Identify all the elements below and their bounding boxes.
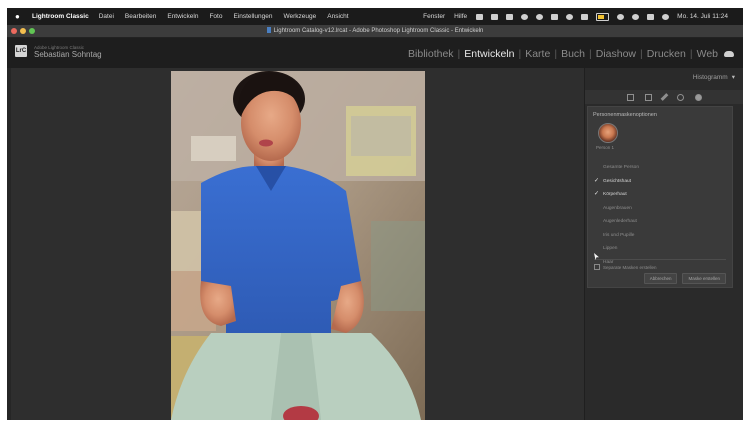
option-label: Augenbrauen: [603, 205, 632, 211]
module-separator: |: [457, 48, 461, 60]
menu-datetime[interactable]: Mo. 14. Juli 11:24: [677, 13, 728, 20]
option-label: Gesichtshaut: [603, 178, 631, 184]
module-karte[interactable]: Karte: [525, 48, 550, 60]
option-iris-pupille[interactable]: Iris und Pupille: [594, 229, 724, 243]
cloud-icon[interactable]: [724, 51, 734, 57]
catalog-file-icon: [266, 27, 271, 33]
menu-hilfe[interactable]: Hilfe: [454, 13, 467, 20]
control-center-icon[interactable]: [647, 13, 655, 20]
module-diashow[interactable]: Diashow: [596, 48, 636, 60]
menu-bearbeiten[interactable]: Bearbeiten: [125, 13, 156, 20]
option-augenbrauen[interactable]: Augenbrauen: [594, 202, 724, 216]
menu-datei[interactable]: Datei: [99, 13, 114, 20]
crop-icon[interactable]: [645, 93, 652, 101]
healing-brush-icon[interactable]: [660, 93, 669, 101]
window-title-text: Lightroom Catalog-v12.lrcat - Adobe Phot…: [273, 28, 484, 34]
module-buch[interactable]: Buch: [561, 48, 585, 60]
cancel-button[interactable]: Abbrechen: [643, 273, 678, 284]
person-mask-options-panel: Personenmaskenoptionen Person 1 Gesamte …: [587, 106, 733, 288]
check-icon: ✓: [594, 177, 600, 184]
timer-icon[interactable]: [536, 13, 544, 20]
module-separator: |: [640, 48, 643, 60]
person-label: Person 1: [596, 145, 615, 150]
module-picker: Bibliothek | Entwickeln | Karte | Buch | Dia…: [408, 48, 734, 60]
collapse-arrow-icon[interactable]: ▾: [732, 74, 735, 81]
masking-icon[interactable]: [695, 93, 702, 101]
clock-icon[interactable]: [566, 13, 574, 20]
divider: [594, 259, 726, 260]
option-label: Gesamte Person: [603, 165, 639, 170]
mask-action-buttons: Abbrechen Maske erstellen: [643, 273, 726, 284]
option-augenlederhaut[interactable]: Augenlederhaut: [594, 215, 724, 229]
histogram-header[interactable]: Histogramm ▾: [585, 73, 735, 85]
mask-options-title: Personenmaskenoptionen: [593, 112, 657, 118]
status-app-icon[interactable]: [476, 13, 484, 20]
window-title-bar[interactable]: Lightroom Catalog-v12.lrcat - Adobe Phot…: [7, 25, 743, 38]
tool-strip: [585, 90, 743, 104]
lightroom-logo: LrC: [15, 45, 27, 57]
edit-sliders-icon[interactable]: [627, 93, 634, 101]
siri-icon[interactable]: [662, 13, 670, 20]
module-separator: |: [689, 48, 693, 60]
checkbox-box[interactable]: [594, 264, 600, 270]
module-entwickeln[interactable]: Entwickeln: [464, 48, 514, 60]
module-separator: |: [589, 48, 592, 60]
module-web[interactable]: Web: [697, 48, 718, 60]
more-icon[interactable]: [491, 13, 499, 20]
macos-menu-bar: ● Lightroom Classic Datei Bearbeiten Ent…: [7, 8, 743, 25]
option-label: Augenlederhaut: [603, 219, 637, 224]
wifi-icon[interactable]: [617, 13, 625, 20]
portrait-image: [171, 71, 425, 420]
option-gesichtshaut[interactable]: ✓ Gesichtshaut: [594, 175, 724, 189]
option-koerperhaut[interactable]: ✓ Körperhaut: [594, 188, 724, 202]
menu-ansicht[interactable]: Ansicht: [327, 13, 348, 20]
option-label: Iris und Pupille: [603, 232, 635, 238]
option-gesamte-person[interactable]: Gesamte Person: [594, 161, 724, 175]
left-panel-collapsed[interactable]: [7, 68, 11, 420]
window-title: Lightroom Catalog-v12.lrcat - Adobe Phot…: [7, 27, 743, 34]
module-bibliothek[interactable]: Bibliothek: [408, 48, 454, 60]
photo-preview[interactable]: [171, 71, 425, 420]
mask-option-list: Gesamte Person ✓ Gesichtshaut ✓ Körperhaut…: [594, 161, 724, 269]
screen: ● Lightroom Classic Datei Bearbeiten Ent…: [7, 8, 743, 420]
identity-name: Sebastian Sohntag: [34, 50, 102, 59]
person-thumbnail[interactable]: [598, 123, 618, 143]
menu-foto[interactable]: Foto: [209, 13, 222, 20]
create-mask-button[interactable]: Maske erstellen: [682, 273, 726, 284]
menu-werkzeuge[interactable]: Werkzeuge: [283, 13, 316, 20]
option-lippen[interactable]: Lippen: [594, 242, 724, 256]
menu-app-name[interactable]: Lightroom Classic: [32, 13, 89, 20]
module-separator: |: [554, 48, 558, 60]
option-label: Lippen: [603, 246, 618, 251]
right-develop-panel: Histogramm ▾ Personenmaskenoptionen Perso…: [584, 68, 743, 420]
module-separator: |: [518, 48, 522, 60]
option-label: Körperhaut: [603, 192, 627, 197]
dropbox-icon[interactable]: [506, 13, 514, 20]
identity-plate-bar: LrC Adobe Lightroom Classic Sebastian So…: [7, 38, 743, 68]
sync-icon[interactable]: [521, 13, 529, 20]
menu-entwickeln[interactable]: Entwickeln: [167, 13, 198, 20]
develop-workspace: Histogramm ▾ Personenmaskenoptionen Perso…: [7, 68, 743, 420]
menu-fenster[interactable]: Fenster: [423, 13, 445, 20]
menu-bar-right: Fenster Hilfe Mo. 14. Juli 11:24: [423, 8, 737, 25]
search-icon[interactable]: [632, 13, 640, 20]
menu-einstellungen[interactable]: Einstellungen: [233, 13, 272, 20]
separate-masks-checkbox[interactable]: Separate Masken erstellen: [594, 264, 657, 270]
separate-masks-label: Separate Masken erstellen: [603, 265, 657, 270]
apple-icon[interactable]: ●: [15, 12, 24, 21]
display-icon[interactable]: [581, 13, 589, 20]
check-icon: ✓: [594, 191, 600, 197]
bluetooth-icon[interactable]: [551, 13, 559, 20]
histogram-label: Histogramm: [692, 74, 728, 81]
battery-icon[interactable]: [596, 12, 610, 21]
red-eye-icon[interactable]: [677, 93, 684, 101]
module-drucken[interactable]: Drucken: [647, 48, 686, 60]
